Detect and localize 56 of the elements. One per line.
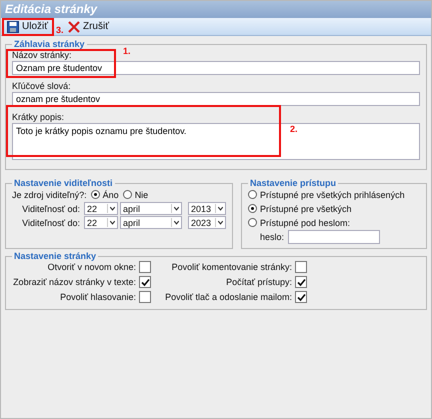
input-field[interactable]: Oznam pre študentov (12, 61, 420, 75)
checkbox-label: Povoliť tlač a odoslanie mailom: (164, 292, 292, 302)
cancel-button[interactable]: Zrušiť (66, 20, 111, 32)
checkbox-label: Otvoriť v novom okne: (46, 262, 136, 272)
checkbox-label: Zobraziť názov stránky v texte: (12, 277, 136, 287)
window-title: Editácia stránky (1, 1, 431, 18)
radio-button[interactable] (248, 218, 257, 227)
chevron-down-icon (107, 218, 117, 227)
section-title: Nastavenie stránky (13, 251, 98, 261)
day-dropdown[interactable]: 22 (84, 216, 118, 229)
radio-label: Áno (102, 190, 119, 200)
radio-label: Prístupné pod heslom: (260, 218, 350, 228)
radio-button[interactable] (90, 190, 100, 199)
year-dropdown[interactable]: 2023 (188, 216, 226, 229)
month-dropdown[interactable]: april (120, 202, 182, 215)
password-field[interactable] (288, 230, 380, 244)
close-icon (68, 20, 80, 32)
section-title: Nastavenie viditeľnosti (13, 178, 114, 188)
checkbox-label: Počítať prístupy: (225, 277, 292, 287)
field-label: Viditeľnosť od: (21, 204, 80, 214)
radio-label: Nie (134, 190, 148, 200)
checkbox-label: Povoliť komentovanie stránky: (170, 262, 292, 272)
checkbox[interactable] (295, 291, 307, 303)
day-dropdown[interactable]: 22 (84, 202, 118, 215)
chevron-down-icon (171, 204, 181, 213)
checkbox-label: Povoliť hlasovanie: (59, 292, 136, 302)
step-number: 1. (123, 47, 131, 56)
chevron-down-icon (171, 218, 181, 227)
step-number: 3. (56, 26, 64, 35)
save-button[interactable]: Uložiť (5, 20, 50, 32)
radio-button[interactable] (248, 204, 257, 213)
input-field[interactable]: oznam pre študentov (12, 92, 420, 106)
field-label: Názov stránky: (12, 49, 72, 61)
highlight-box (2, 18, 54, 36)
field-label: Viditeľnosť do: (21, 218, 80, 228)
chevron-down-icon (215, 218, 225, 227)
radio-label: Prístupné pre všetkých (260, 204, 352, 214)
chevron-down-icon (107, 204, 117, 213)
chevron-down-icon (215, 204, 225, 213)
checkbox[interactable] (295, 261, 307, 273)
month-dropdown[interactable]: april (120, 216, 182, 229)
field-label: Kľúčové slová: (12, 80, 71, 92)
section-title: Nastavenie prístupu (249, 178, 338, 188)
field-label: Je zdroj viditeľný?: (12, 190, 87, 200)
checkbox[interactable] (139, 291, 151, 303)
radio-label: Prístupné pre všetkých prihlásených (260, 190, 405, 200)
field-label: Krátky popis: (12, 111, 64, 123)
radio-button[interactable] (248, 190, 257, 199)
checkbox[interactable] (139, 261, 151, 273)
checkbox[interactable] (139, 276, 151, 288)
section-title: Záhlavia stránky (13, 39, 86, 49)
checkbox[interactable] (295, 276, 307, 288)
year-dropdown[interactable]: 2013 (188, 202, 226, 215)
field-label: heslo: (260, 232, 284, 242)
radio-button[interactable] (122, 190, 132, 199)
step-number: 2. (290, 125, 298, 134)
